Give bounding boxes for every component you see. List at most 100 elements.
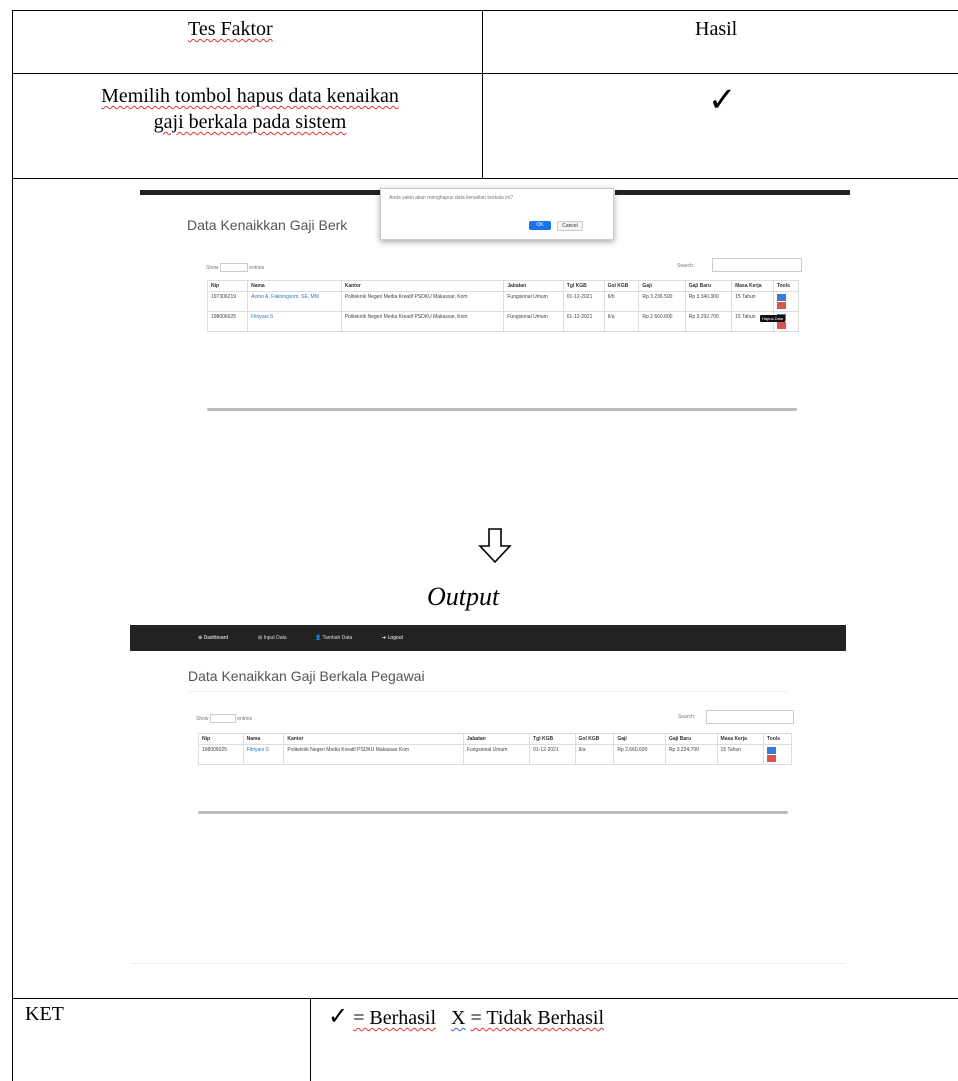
column-divider — [482, 10, 483, 179]
column-header[interactable]: Gaji — [638, 280, 686, 292]
entries-label: entries — [249, 264, 265, 271]
search-input[interactable] — [712, 258, 802, 272]
footer-divider — [130, 963, 846, 964]
column-header[interactable]: Masa Kerja — [716, 733, 765, 745]
table-cell: 01-12-2021 — [529, 744, 576, 765]
table-cell: 01-12-2021 — [562, 311, 605, 332]
column-header[interactable]: Nama — [242, 733, 285, 745]
screenshot-before: Data Kenaikkan Gaji Berk Show entries Se… — [140, 188, 850, 430]
table-cell[interactable]: Fitriyani S — [242, 744, 285, 765]
delete-button[interactable] — [767, 755, 777, 762]
test-factor-line2: gaji berkala pada sistem — [153, 111, 347, 133]
table-cell: Rp 2.660.600 — [613, 744, 666, 765]
user-icon: 👤 — [315, 635, 323, 641]
table-cell: 15 Tahun — [716, 744, 765, 765]
show-label: Show — [206, 264, 219, 271]
table-border-left — [12, 10, 13, 1081]
column-header[interactable]: Gaji Baru — [664, 733, 718, 745]
column-header[interactable]: Kantor — [340, 280, 505, 292]
column-header[interactable]: Tgl KGB — [529, 733, 576, 745]
show-entries: Show entries — [196, 714, 252, 723]
header-row-bottom — [12, 73, 958, 74]
column-header[interactable]: Gaji Baru — [684, 280, 733, 292]
table-cell: II/b — [603, 291, 640, 312]
column-header[interactable]: Gol KGB — [603, 280, 640, 292]
navbar-right — [615, 190, 850, 195]
column-header[interactable]: Masa Kerja — [731, 280, 774, 292]
nav-input-data[interactable]: ⊞ Input Data — [258, 635, 287, 641]
table-cell: 01-12-2021 — [562, 291, 605, 312]
column-header[interactable]: Jabatan — [462, 733, 531, 745]
horizontal-scrollbar[interactable] — [207, 408, 797, 411]
table-cell[interactable]: Fitriyani S — [247, 311, 342, 332]
column-header[interactable]: Tgl KGB — [562, 280, 605, 292]
delete-tooltip: Hapus Data — [760, 315, 786, 322]
column-header[interactable]: Gol KGB — [574, 733, 615, 745]
column-header[interactable]: Nip — [206, 280, 249, 292]
column-header[interactable]: Tools — [772, 280, 800, 292]
row1-bottom — [12, 178, 958, 179]
column-header[interactable]: Jabatan — [503, 280, 564, 292]
page-title: Data Kenaikkan Gaji Berk — [187, 217, 348, 233]
column-header[interactable]: Gaji — [613, 733, 666, 745]
table-cell: II/a — [603, 311, 640, 332]
tools-cell — [772, 291, 800, 312]
tools-cell — [763, 744, 792, 765]
page-title: Data Kenaikkan Gaji Berkala Pegawai — [188, 668, 425, 684]
horizontal-scrollbar[interactable] — [198, 811, 788, 814]
data-table: Nip Nama Kantor Jabatan Tgl KGB Gol KGB Gaji Ga… — [198, 733, 792, 765]
table-border-top — [12, 10, 958, 11]
entries-label: entries — [237, 715, 253, 722]
table-cell: Rp 3.224.700 — [664, 744, 718, 765]
nav-logout[interactable]: ➜ Logout — [382, 635, 403, 641]
table-row: 197306219 Asmo A. Fakiringsom, SE, MM Poli… — [206, 291, 800, 312]
ket-row-top — [12, 998, 958, 999]
table-cell: Rp 3.236.500 — [638, 291, 686, 312]
table-cell: II/a — [574, 744, 615, 765]
test-factor-description: Memilih tombol hapus data kenaikan gaji … — [30, 83, 470, 135]
show-label: Show — [196, 715, 209, 722]
legend-berhasil: = Berhasil — [353, 1007, 437, 1029]
table-cell: Fungsional Umum — [503, 291, 564, 312]
delete-button[interactable] — [776, 322, 786, 329]
column-header[interactable]: Nip — [198, 733, 244, 745]
table-cell: Rp 2.660.600 — [638, 311, 686, 332]
confirm-dialog: Anda yakin akan menghapus data kenaikan … — [380, 188, 614, 240]
search-input[interactable] — [706, 710, 794, 724]
table-row: 198006025 Fitriyani S Politeknik Negeri Me… — [198, 744, 792, 765]
entries-select[interactable] — [209, 714, 236, 723]
arrow-down-icon — [478, 528, 512, 569]
check-mark-icon: ✓ — [328, 1004, 349, 1030]
ok-button[interactable]: OK — [529, 221, 551, 230]
column-header[interactable]: Tools — [763, 733, 792, 745]
cross-mark: X — [451, 1007, 466, 1029]
table-cell: Politeknik Negeri Media Kreatif PSDKU Ma… — [340, 311, 505, 332]
table-cell: Rp 3.292.700 — [684, 311, 733, 332]
column-header[interactable]: Kantor — [283, 733, 464, 745]
navbar — [140, 190, 380, 195]
nav-dashboard[interactable]: ⊕ Dashboard — [198, 635, 228, 641]
legend-tidak-berhasil: = Tidak Berhasil — [470, 1007, 605, 1029]
navbar — [130, 625, 846, 651]
delete-button[interactable] — [776, 302, 786, 309]
show-entries: Show entries — [206, 263, 264, 272]
entries-select[interactable] — [219, 263, 248, 272]
screenshot-after: ⊕ Dashboard ⊞ Input Data 👤 Tambah Data ➜… — [130, 625, 846, 965]
table-cell: 15 Tahun — [731, 291, 774, 312]
table-cell: 198006025 — [206, 311, 249, 332]
nav-tambah-data[interactable]: 👤 Tambah Data — [315, 635, 352, 641]
confirm-message: Anda yakin akan menghapus data kenaikan … — [389, 195, 513, 201]
ket-label: KET — [25, 1003, 64, 1025]
table-cell: Politeknik Negeri Media Kreatif PSDKU Ma… — [340, 291, 505, 312]
check-mark-icon: ✓ — [708, 82, 737, 119]
edit-button[interactable] — [767, 747, 777, 754]
search-label: Search: — [677, 263, 695, 269]
edit-button[interactable] — [776, 294, 786, 301]
table-cell[interactable]: Asmo A. Fakiringsom, SE, MM — [247, 291, 342, 312]
column-header[interactable]: Nama — [247, 280, 342, 292]
table-cell: Rp 3.340.300 — [684, 291, 733, 312]
output-label: Output — [427, 582, 500, 611]
title-divider — [188, 691, 788, 692]
table-cell: 197306219 — [206, 291, 249, 312]
cancel-button[interactable]: Cancel — [557, 221, 583, 231]
